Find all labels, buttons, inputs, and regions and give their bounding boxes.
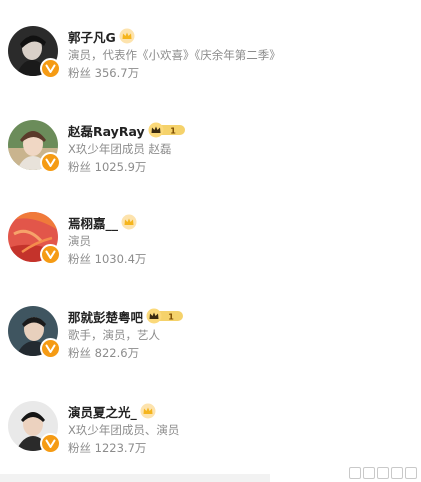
vip-crown-level-icon: 1 bbox=[148, 122, 186, 138]
user-card[interactable]: 演员夏之光_ X玖少年团成员、演员 粉丝 1223.7万 bbox=[0, 401, 421, 465]
user-card[interactable]: 那就彭楚粤吧 1 歌手，演员，艺人 粉丝 822.6万 bbox=[0, 306, 421, 370]
user-description: 歌手，演员，艺人 bbox=[68, 328, 160, 342]
watermark-glyph-icon bbox=[349, 467, 361, 479]
user-info: 演员夏之光_ X玖少年团成员、演员 粉丝 1223.7万 bbox=[68, 401, 179, 457]
verified-badge bbox=[40, 338, 61, 359]
watermark-glyph-icon bbox=[363, 467, 375, 479]
user-description: 演员 bbox=[68, 234, 91, 248]
fans-count: 粉丝 822.6万 bbox=[68, 344, 184, 362]
user-info: 赵磊RayRay 1 X玖少年团成员 赵磊 粉丝 1025.9万 bbox=[68, 120, 186, 176]
fans-label: 粉丝 bbox=[68, 66, 91, 80]
fans-value: 1223.7万 bbox=[94, 441, 147, 455]
user-description: X玖少年团成员 赵磊 bbox=[68, 142, 172, 156]
user-name[interactable]: 焉栩嘉__ bbox=[68, 213, 118, 232]
user-description: X玖少年团成员、演员 bbox=[68, 423, 180, 437]
user-card[interactable]: 郭子凡G 演员，代表作《小欢喜》《庆余年第二季》 粉丝 356.7万 bbox=[0, 26, 421, 90]
name-row: 演员夏之光_ bbox=[68, 401, 179, 421]
watermark-logo bbox=[349, 467, 417, 479]
avatar-wrap[interactable] bbox=[8, 306, 61, 359]
fans-label: 粉丝 bbox=[68, 346, 91, 360]
fans-count: 粉丝 1030.4万 bbox=[68, 250, 146, 268]
fans-label: 粉丝 bbox=[68, 252, 91, 266]
vip-level: 1 bbox=[170, 127, 176, 136]
vip-crown-icon bbox=[121, 214, 137, 230]
watermark-glyph-icon bbox=[377, 467, 389, 479]
user-name[interactable]: 演员夏之光_ bbox=[68, 402, 137, 421]
name-row: 赵磊RayRay 1 bbox=[68, 120, 186, 140]
user-info: 那就彭楚粤吧 1 歌手，演员，艺人 粉丝 822.6万 bbox=[68, 306, 184, 362]
fans-label: 粉丝 bbox=[68, 441, 91, 455]
user-card[interactable]: 赵磊RayRay 1 X玖少年团成员 赵磊 粉丝 1025.9万 bbox=[0, 120, 421, 184]
verified-badge bbox=[40, 244, 61, 265]
name-row: 郭子凡G bbox=[68, 26, 281, 46]
avatar-wrap[interactable] bbox=[8, 120, 61, 173]
fans-value: 822.6万 bbox=[94, 346, 140, 360]
name-row: 那就彭楚粤吧 1 bbox=[68, 306, 184, 326]
fans-value: 1025.9万 bbox=[94, 160, 147, 174]
name-row: 焉栩嘉__ bbox=[68, 212, 146, 232]
user-card[interactable]: 焉栩嘉__ 演员 粉丝 1030.4万 bbox=[0, 212, 421, 276]
user-name[interactable]: 那就彭楚粤吧 bbox=[68, 307, 143, 326]
vip-crown-level-icon: 1 bbox=[146, 308, 184, 324]
vip-level: 1 bbox=[168, 313, 174, 322]
user-info: 焉栩嘉__ 演员 粉丝 1030.4万 bbox=[68, 212, 146, 268]
verified-badge bbox=[40, 152, 61, 173]
verified-v-icon bbox=[45, 250, 56, 259]
user-info: 郭子凡G 演员，代表作《小欢喜》《庆余年第二季》 粉丝 356.7万 bbox=[68, 26, 281, 82]
user-description: 演员，代表作《小欢喜》《庆余年第二季》 bbox=[68, 48, 281, 62]
verified-v-icon bbox=[45, 344, 56, 353]
avatar-wrap[interactable] bbox=[8, 401, 61, 454]
user-name[interactable]: 赵磊RayRay bbox=[68, 121, 145, 140]
watermark-glyph-icon bbox=[391, 467, 403, 479]
fans-count: 粉丝 1025.9万 bbox=[68, 158, 186, 176]
vip-crown-icon bbox=[119, 28, 135, 44]
verified-badge bbox=[40, 58, 61, 79]
avatar-wrap[interactable] bbox=[8, 212, 61, 265]
verified-v-icon bbox=[45, 158, 56, 167]
fans-count: 粉丝 1223.7万 bbox=[68, 439, 179, 457]
vip-crown-icon bbox=[140, 403, 156, 419]
verified-v-icon bbox=[45, 64, 56, 73]
avatar-wrap[interactable] bbox=[8, 26, 61, 79]
verified-badge bbox=[40, 433, 61, 454]
fans-count: 粉丝 356.7万 bbox=[68, 64, 281, 82]
watermark-glyph-icon bbox=[405, 467, 417, 479]
fans-value: 356.7万 bbox=[94, 66, 140, 80]
user-name[interactable]: 郭子凡G bbox=[68, 27, 116, 46]
fans-label: 粉丝 bbox=[68, 160, 91, 174]
fans-value: 1030.4万 bbox=[94, 252, 147, 266]
bottom-divider bbox=[0, 474, 270, 482]
verified-v-icon bbox=[45, 439, 56, 448]
